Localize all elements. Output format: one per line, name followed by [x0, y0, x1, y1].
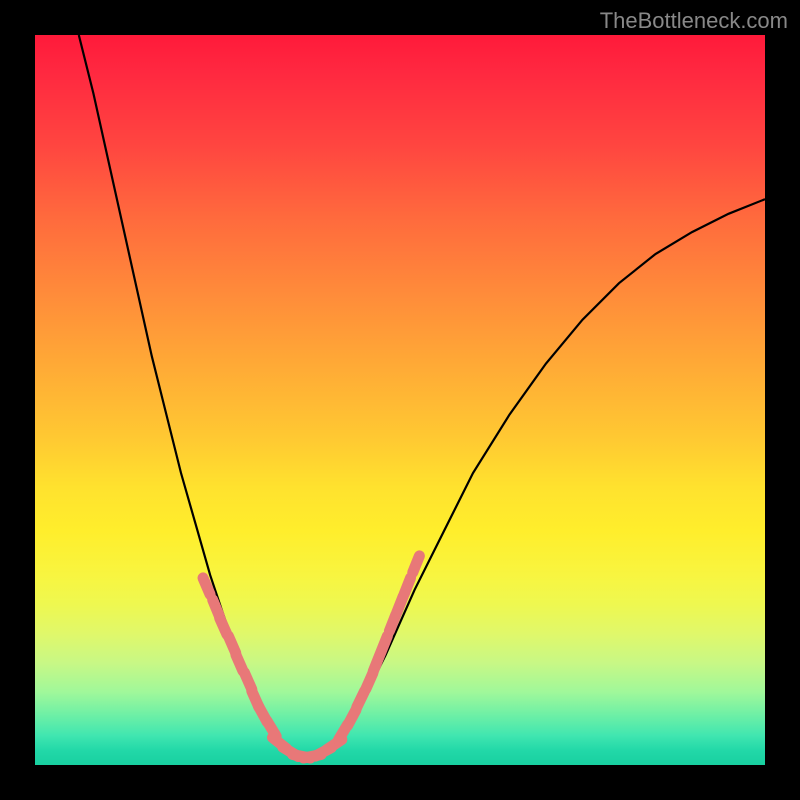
curve-marker-dash — [413, 556, 420, 573]
chart-plot-area — [35, 35, 765, 765]
curve-marker-dash — [404, 578, 411, 595]
watermark-text: TheBottleneck.com — [600, 8, 788, 34]
bottleneck-curve — [79, 35, 765, 758]
curve-marker-dash — [381, 636, 388, 653]
chart-svg — [35, 35, 765, 765]
curve-marker-dash — [203, 578, 210, 595]
curve-markers — [203, 556, 419, 758]
